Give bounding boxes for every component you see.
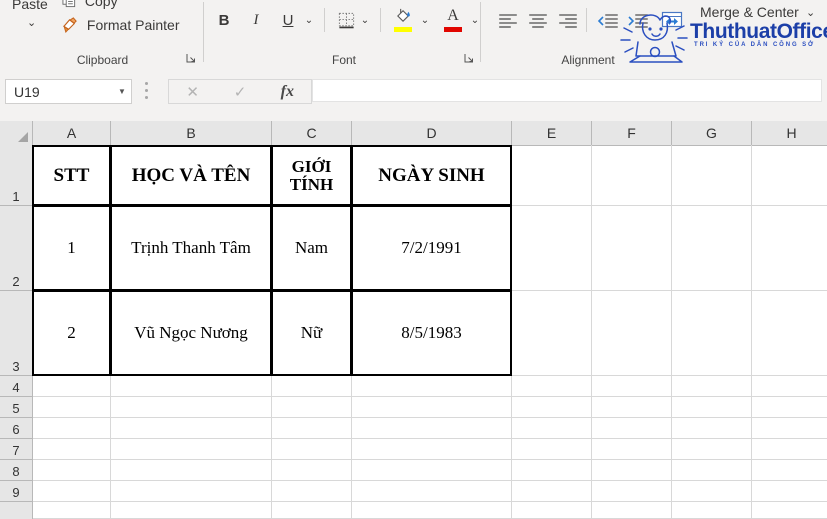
column-header-h[interactable]: H (752, 121, 827, 145)
name-box[interactable]: U19 ▼ (5, 79, 132, 104)
copy-button[interactable]: Copy (62, 0, 118, 11)
increase-indent-icon[interactable] (625, 8, 651, 32)
sheet-cells[interactable]: STT HỌC VÀ TÊN GIỚI TÍNH NGÀY SINH 1 Trị… (32, 145, 827, 519)
row-header-2[interactable]: 2 (0, 206, 32, 291)
gridline-v (751, 145, 752, 519)
paste-chevron-down-icon[interactable]: ⌄ (27, 16, 36, 29)
merge-center-icon[interactable] (659, 8, 685, 32)
confirm-formula-button[interactable]: ✓ (216, 83, 263, 101)
column-header-a[interactable]: A (33, 121, 111, 145)
alignment-group-label: Alignment (561, 53, 615, 67)
merge-center-chevron-down-icon[interactable]: ⌄ (806, 6, 815, 19)
column-header-d[interactable]: D (352, 121, 512, 145)
ribbon-group-font: B I U ⌄ ⌄ ⌄ A ⌄ Font (206, 0, 482, 70)
copy-label: Copy (84, 0, 118, 9)
copy-icon (62, 0, 77, 11)
font-separator-1 (324, 8, 325, 32)
insert-function-button[interactable]: fx (264, 83, 311, 101)
row-header-3[interactable]: 3 (0, 291, 32, 376)
row-header-7[interactable]: 7 (0, 439, 32, 460)
align-left-icon[interactable] (495, 8, 521, 32)
row-header-6[interactable]: 6 (0, 418, 32, 439)
format-painter-button[interactable]: Format Painter (62, 17, 179, 36)
cell-a3[interactable]: 2 (32, 290, 111, 376)
cancel-formula-button[interactable]: ✕ (169, 83, 216, 101)
cell-b3[interactable]: Vũ Ngọc Nương (110, 290, 272, 376)
column-header-c[interactable]: C (272, 121, 352, 145)
gridline-h (33, 396, 827, 397)
cell-a1[interactable]: STT (32, 145, 111, 206)
merge-center-button[interactable]: Merge & Center (700, 4, 799, 20)
column-headers: A B C D E F G H (0, 121, 827, 146)
excel-window: Paste ⌄ Copy Format Painter Clipboard B … (0, 0, 827, 519)
paste-button[interactable]: Paste (12, 0, 48, 12)
ribbon: Paste ⌄ Copy Format Painter Clipboard B … (0, 0, 827, 71)
group-separator (203, 2, 204, 62)
format-painter-icon (62, 17, 79, 36)
alignment-separator (586, 8, 587, 32)
font-color-a-icon: A (447, 6, 459, 24)
column-header-g[interactable]: G (672, 121, 752, 145)
fill-bucket-icon (390, 6, 416, 25)
row-header-4[interactable]: 4 (0, 376, 32, 397)
bold-button[interactable]: B (212, 8, 236, 32)
gridline-h (33, 501, 827, 502)
name-box-chevron-down-icon[interactable]: ▼ (113, 87, 131, 96)
cell-d1[interactable]: NGÀY SINH (351, 145, 512, 206)
name-box-value: U19 (14, 83, 40, 100)
cell-b2[interactable]: Trịnh Thanh Tâm (110, 205, 272, 291)
column-header-f[interactable]: F (592, 121, 672, 145)
clipboard-dialog-launcher[interactable] (186, 53, 196, 66)
fill-color-swatch (394, 27, 412, 32)
cell-b1[interactable]: HỌC VÀ TÊN (110, 145, 272, 206)
borders-chevron-down-icon[interactable]: ⌄ (358, 8, 372, 32)
cell-c2[interactable]: Nam (271, 205, 352, 291)
column-header-e[interactable]: E (512, 121, 592, 145)
font-dialog-launcher[interactable] (464, 53, 474, 66)
select-all-button[interactable] (0, 121, 33, 145)
decrease-indent-icon[interactable] (595, 8, 621, 32)
row-header-8[interactable]: 8 (0, 460, 32, 481)
gridline-h (33, 459, 827, 460)
italic-button[interactable]: I (244, 8, 268, 32)
underline-button[interactable]: U (276, 8, 300, 32)
underline-chevron-down-icon[interactable]: ⌄ (302, 8, 316, 32)
column-header-b[interactable]: B (111, 121, 272, 145)
font-separator-2 (380, 8, 381, 32)
format-painter-label: Format Painter (86, 17, 180, 34)
font-group-label: Font (331, 53, 356, 67)
align-right-icon[interactable] (555, 8, 581, 32)
gridline-h (33, 438, 827, 439)
gridline-h (33, 480, 827, 481)
clipboard-group-label: Clipboard (76, 53, 129, 67)
cell-c3[interactable]: Nữ (271, 290, 352, 376)
cell-a2[interactable]: 1 (32, 205, 111, 291)
align-center-icon[interactable] (525, 8, 551, 32)
ribbon-group-clipboard: Paste ⌄ Copy Format Painter Clipboard (0, 0, 205, 70)
row-header-9[interactable]: 9 (0, 481, 32, 502)
cell-c1[interactable]: GIỚI TÍNH (271, 145, 352, 206)
formula-bar: U19 ▼ ✕ ✓ fx (0, 70, 827, 122)
font-color-swatch (444, 27, 462, 32)
formula-bar-handle[interactable] (145, 82, 149, 99)
spreadsheet-grid: A B C D E F G H 1 2 3 4 5 6 7 8 9 STT HỌ… (0, 121, 827, 519)
fill-color-chevron-down-icon[interactable]: ⌄ (418, 8, 432, 32)
row-header-5[interactable]: 5 (0, 397, 32, 418)
borders-button[interactable] (334, 8, 358, 32)
gridline-v (671, 145, 672, 519)
formula-input[interactable] (312, 79, 822, 102)
row-header-1[interactable]: 1 (0, 145, 32, 206)
cell-d2[interactable]: 7/2/1991 (351, 205, 512, 291)
gridline-h (33, 417, 827, 418)
formula-action-buttons: ✕ ✓ fx (168, 79, 312, 104)
gridline-v (591, 145, 592, 519)
font-color-button[interactable]: A (440, 6, 466, 34)
cell-d3[interactable]: 8/5/1983 (351, 290, 512, 376)
group-separator (480, 2, 481, 62)
row-headers: 1 2 3 4 5 6 7 8 9 (0, 145, 33, 519)
fill-color-button[interactable] (390, 6, 416, 34)
